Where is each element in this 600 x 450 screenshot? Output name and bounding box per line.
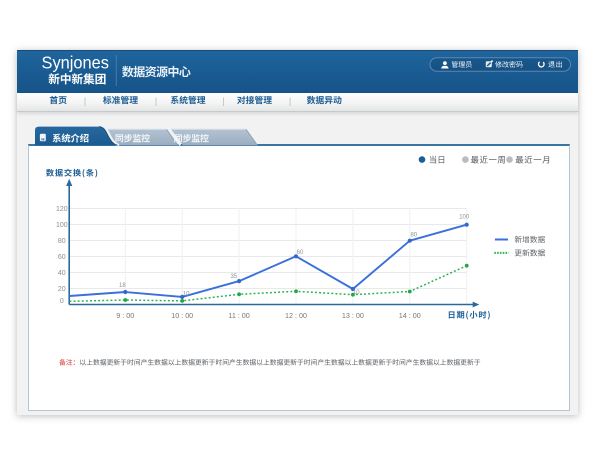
svg-text:13 : 00: 13 : 00 [342,311,364,320]
svg-text:0: 0 [60,298,64,305]
svg-text:100: 100 [459,214,470,220]
svg-text:18: 18 [119,283,126,289]
svg-text:120: 120 [56,206,68,213]
svg-text:60: 60 [58,254,66,261]
svg-text:14 : 00: 14 : 00 [399,311,421,320]
svg-text:10: 10 [353,290,360,296]
svg-text:12 : 00: 12 : 00 [285,311,307,320]
svg-text:9 : 00: 9 : 00 [116,311,134,320]
svg-text:20: 20 [58,286,66,293]
svg-text:10: 10 [183,291,190,297]
svg-text:60: 60 [297,250,304,256]
svg-text:80: 80 [58,238,66,245]
svg-text:40: 40 [58,270,66,277]
svg-text:Synjones: Synjones [42,52,110,72]
svg-text:80: 80 [410,233,417,239]
svg-text:35: 35 [230,274,237,280]
svg-text:10 : 00: 10 : 00 [171,311,193,320]
svg-text:100: 100 [56,222,68,229]
svg-text:11 : 00: 11 : 00 [228,311,249,320]
